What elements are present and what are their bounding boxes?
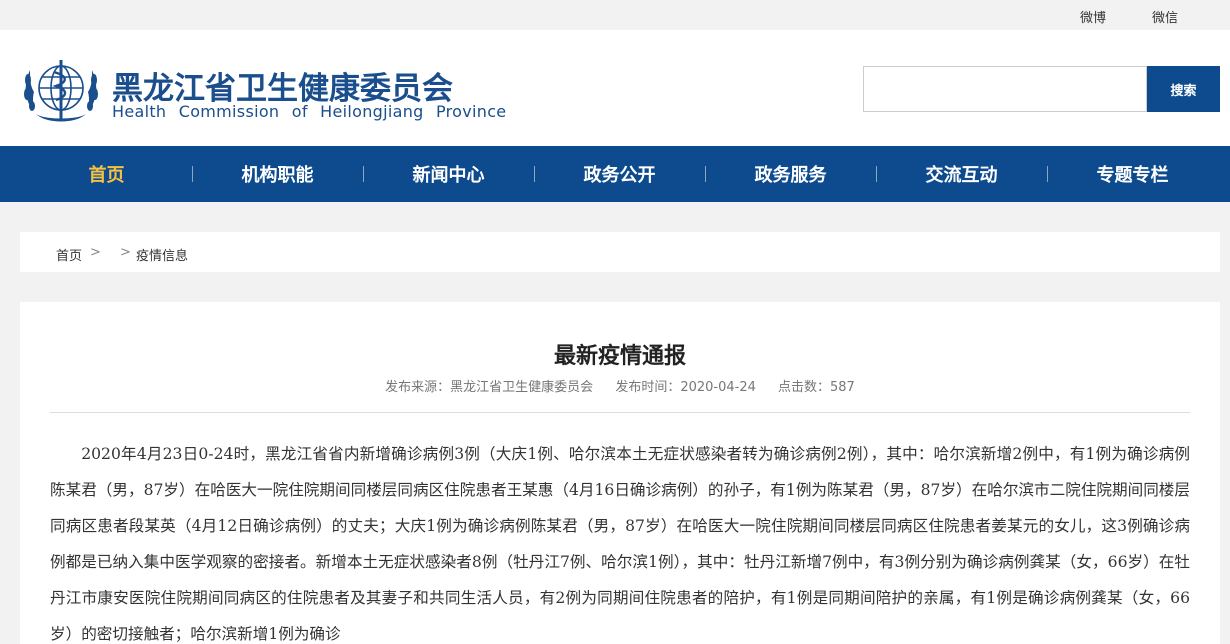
nav-item-government-affairs[interactable]: 政务公开 [534,146,705,202]
site-header: 黑龙江省卫生健康委员会 Health Commission of Heilong… [0,30,1230,146]
article-panel: 最新疫情通报 发布来源：黑龙江省卫生健康委员会 发布时间：2020-04-24 … [20,302,1220,644]
breadcrumb-home[interactable]: 首页 [56,245,82,264]
nav-item-topics[interactable]: 专题专栏 [1047,146,1218,202]
top-utility-bar: 微博 微信 [0,0,1230,30]
article-meta: 发布来源：黑龙江省卫生健康委员会 发布时间：2020-04-24 点击数：587 [20,376,1220,395]
breadcrumb-separator: > [90,245,101,260]
article-divider [50,412,1190,413]
site-title-en: Health Commission of Heilongjiang Provin… [112,102,507,121]
nav-item-organization[interactable]: 机构职能 [192,146,363,202]
article-time: 发布时间：2020-04-24 [615,380,756,395]
article-title: 最新疫情通报 [553,344,686,369]
weibo-link[interactable]: 微博 [1080,7,1106,26]
article-clicks: 点击数：587 [778,380,855,395]
nav-item-interaction[interactable]: 交流互动 [876,146,1047,202]
search-button[interactable]: 搜索 [1147,66,1220,112]
main-nav: 首页 机构职能 新闻中心 政务公开 政务服务 交流互动 专题专栏 [0,146,1230,202]
weixin-link[interactable]: 微信 [1152,7,1178,26]
breadcrumb-separator: > [120,245,131,260]
breadcrumb-current[interactable]: 疫情信息 [136,245,188,264]
nav-item-services[interactable]: 政务服务 [705,146,876,202]
article-body: 2020年4月23日0-24时，黑龙江省省内新增确诊病例3例（大庆1例、哈尔滨本… [50,445,1190,643]
who-emblem-icon [24,60,98,122]
breadcrumb: 首页 > > 疫情信息 [20,232,1220,272]
nav-item-home[interactable]: 首页 [21,146,192,202]
article-source: 发布来源：黑龙江省卫生健康委员会 [385,380,594,395]
nav-item-news[interactable]: 新闻中心 [363,146,534,202]
search-input[interactable] [863,66,1147,112]
